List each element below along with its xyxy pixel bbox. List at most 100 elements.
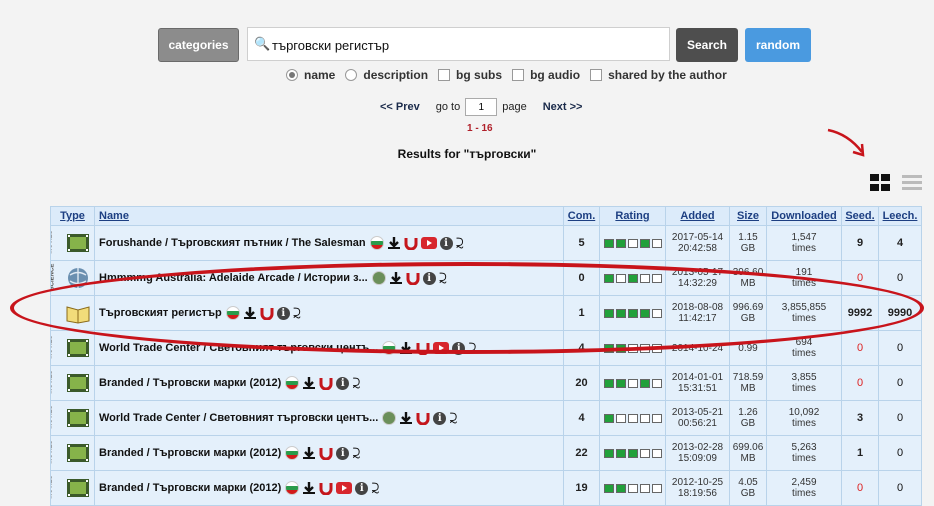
checkbox-shared-by-author[interactable] (590, 69, 603, 81)
search-button[interactable]: Search (676, 28, 738, 62)
torrent-name-link[interactable]: Hmmmmg Australia: Adelaide Arcade / Исто… (99, 272, 368, 284)
checkbox-bg-audio[interactable] (512, 69, 525, 81)
option-bg-audio[interactable]: bg audio (512, 68, 580, 82)
table-row[interactable]: MOVIES World Trade Center / Световният тъ… (50, 330, 922, 366)
share-icon[interactable]: ⫈ (449, 411, 457, 425)
rating-cell (639, 343, 650, 353)
magnet-icon[interactable] (260, 306, 274, 320)
col-comments[interactable]: Com. (563, 206, 600, 226)
info-icon[interactable]: i (355, 481, 369, 495)
type-cell[interactable]: SCIENCE (50, 260, 95, 296)
info-icon[interactable]: i (336, 376, 350, 390)
share-icon[interactable]: ⫈ (456, 236, 464, 250)
torrent-name-link[interactable]: Forushande / Търговският пътник / The Sa… (99, 237, 366, 249)
checkbox-bg-subs[interactable] (438, 69, 451, 81)
grid-view-icon[interactable] (870, 174, 891, 192)
info-icon[interactable]: i (276, 306, 290, 320)
comments-cell[interactable]: 0 (563, 260, 600, 296)
download-icon[interactable] (302, 481, 316, 495)
share-icon[interactable]: ⫈ (439, 271, 447, 285)
download-icon[interactable] (399, 411, 413, 425)
torrent-name-link[interactable]: Branded / Търговски марки (2012) (99, 482, 281, 494)
radio-description[interactable] (345, 69, 358, 81)
type-cell[interactable]: MOVIES (50, 435, 95, 471)
share-icon[interactable]: ⫈ (468, 341, 476, 355)
option-shared-by-author[interactable]: shared by the author (590, 68, 727, 82)
table-row[interactable]: SCIENCE Hmmmmg Australia: Adelaide Arcade… (50, 260, 922, 296)
share-icon[interactable]: ⫈ (293, 306, 301, 320)
film-icon (67, 409, 89, 427)
magnet-icon[interactable] (319, 446, 333, 460)
categories-button[interactable]: categories (158, 28, 239, 62)
youtube-icon[interactable] (420, 237, 437, 249)
info-icon[interactable]: i (422, 271, 436, 285)
option-name[interactable]: name (286, 68, 335, 82)
table-row[interactable]: BOOKS Търговският регистър i ⫈ 1 2018-08-08 11… (50, 295, 922, 331)
search-input[interactable] (270, 33, 664, 57)
torrent-name-link[interactable]: World Trade Center / Световният търговск… (99, 342, 378, 354)
comments-cell[interactable]: 22 (563, 435, 600, 471)
type-cell[interactable]: BOOKS (50, 295, 95, 331)
info-icon[interactable]: i (439, 236, 453, 250)
prev-page-link[interactable]: << Prev (380, 101, 420, 113)
torrent-actions: i ⫈ (285, 376, 360, 390)
col-downloaded[interactable]: Downloaded (766, 206, 842, 226)
youtube-icon[interactable] (433, 342, 450, 354)
col-type[interactable]: Type (50, 206, 95, 226)
comments-cell[interactable]: 4 (563, 330, 600, 366)
name-cell: Branded / Търговски марки (2012) i ⫈ (94, 365, 564, 401)
table-row[interactable]: MOVIES Branded / Търговски марки (2012) i ⫈… (50, 365, 922, 401)
col-added[interactable]: Added (665, 206, 730, 226)
torrent-name-link[interactable]: Branded / Търговски марки (2012) (99, 377, 281, 389)
comments-cell[interactable]: 1 (563, 295, 600, 331)
magnet-icon[interactable] (404, 236, 418, 250)
info-icon[interactable]: i (452, 341, 466, 355)
magnet-icon[interactable] (319, 376, 333, 390)
download-icon[interactable] (302, 446, 316, 460)
page-number-input[interactable] (465, 98, 498, 116)
share-icon[interactable]: ⫈ (352, 376, 360, 390)
option-description[interactable]: description (345, 68, 428, 82)
next-page-link[interactable]: Next >> (543, 101, 583, 113)
type-cell[interactable]: MOVIES (50, 225, 95, 261)
col-leechers[interactable]: Leech. (878, 206, 922, 226)
comments-cell[interactable]: 5 (563, 225, 600, 261)
type-cell[interactable]: MOVIES (50, 400, 95, 436)
col-name[interactable]: Name (94, 206, 564, 226)
torrent-name-link[interactable]: World Trade Center / Световният търговск… (99, 412, 378, 424)
share-icon[interactable]: ⫈ (352, 446, 360, 460)
comments-cell[interactable]: 20 (563, 365, 600, 401)
table-row[interactable]: MOVIES World Trade Center / Световният тъ… (50, 400, 922, 436)
col-rating[interactable]: Rating (599, 206, 666, 226)
comments-cell[interactable]: 19 (563, 470, 600, 506)
search-box[interactable]: 🔍 (247, 27, 670, 61)
youtube-icon[interactable] (336, 482, 353, 494)
download-icon[interactable] (302, 376, 316, 390)
comments-cell[interactable]: 4 (563, 400, 600, 436)
magnet-icon[interactable] (319, 481, 333, 495)
table-row[interactable]: MOVIES Branded / Търговски марки (2012) i ⫈… (50, 470, 922, 506)
list-view-icon[interactable] (902, 175, 922, 191)
type-cell[interactable]: MOVIES (50, 330, 95, 366)
random-button[interactable]: random (745, 28, 811, 62)
magnet-icon[interactable] (416, 411, 430, 425)
torrent-name-link[interactable]: Търговският регистър (99, 307, 222, 319)
torrent-name-link[interactable]: Branded / Търговски марки (2012) (99, 447, 281, 459)
download-icon[interactable] (243, 306, 257, 320)
table-row[interactable]: MOVIES Branded / Търговски марки (2012) i ⫈… (50, 435, 922, 471)
download-icon[interactable] (399, 341, 413, 355)
option-bg-subs[interactable]: bg subs (438, 68, 502, 82)
magnet-icon[interactable] (406, 271, 420, 285)
info-icon[interactable]: i (433, 411, 447, 425)
download-icon[interactable] (389, 271, 403, 285)
table-row[interactable]: MOVIES Forushande / Търговският пътник / … (50, 225, 922, 261)
col-size[interactable]: Size (729, 206, 767, 226)
radio-name[interactable] (286, 69, 298, 81)
share-icon[interactable]: ⫈ (371, 481, 379, 495)
download-icon[interactable] (387, 236, 401, 250)
info-icon[interactable]: i (336, 446, 350, 460)
type-cell[interactable]: MOVIES (50, 365, 95, 401)
type-cell[interactable]: MOVIES (50, 470, 95, 506)
col-seeders[interactable]: Seed. (841, 206, 879, 226)
magnet-icon[interactable] (416, 341, 430, 355)
